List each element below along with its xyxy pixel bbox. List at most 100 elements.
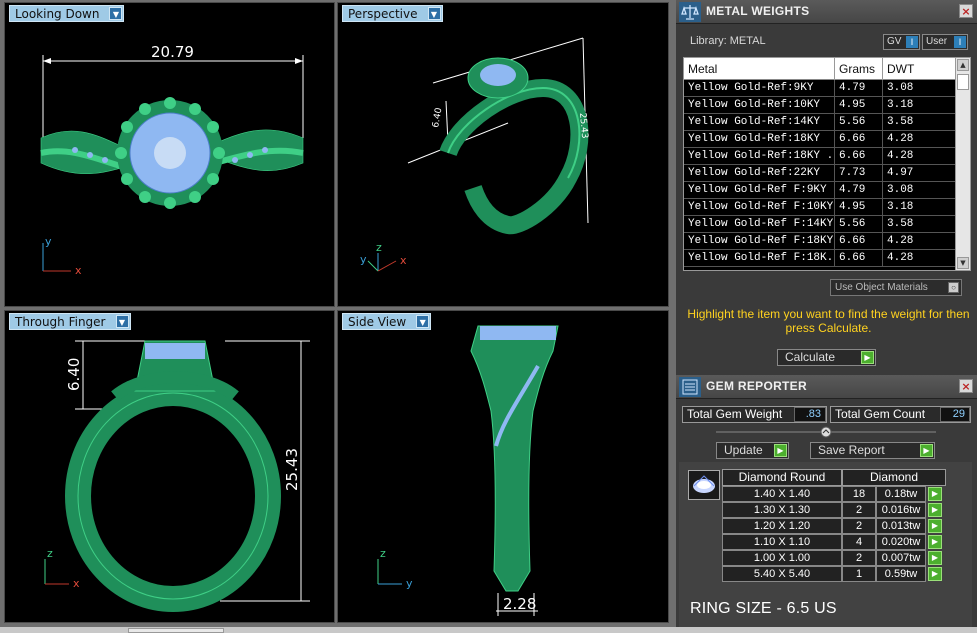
gem-row: 1.30 X 1.30 2 0.016tw ▶ xyxy=(722,502,946,518)
cell-grams: 6.66 xyxy=(835,131,883,148)
diamond-thumbnail-icon[interactable] xyxy=(688,470,720,500)
toggle-icon: I xyxy=(906,36,918,48)
panel-title: GEM REPORTER xyxy=(706,379,807,393)
right-panel: METAL WEIGHTS × Library: METAL GV I User I… xyxy=(676,0,977,633)
go-arrow-icon[interactable]: ▶ xyxy=(928,487,942,501)
viewport-perspective[interactable]: y z x 6.40 25.43 Perspective ▼ xyxy=(337,2,669,307)
dropdown-arrow-icon[interactable]: ▼ xyxy=(109,7,123,20)
cell-metal: Yellow Gold-Ref F:18K... xyxy=(684,250,835,267)
cell-grams: 6.66 xyxy=(835,148,883,165)
cell-grams: 4.79 xyxy=(835,80,883,97)
table-row[interactable]: Yellow Gold-Ref F:9KY 4.79 3.08 xyxy=(684,182,956,199)
table-row[interactable]: Yellow Gold-Ref:9KY 4.79 3.08 xyxy=(684,80,956,97)
go-arrow-icon[interactable]: ▶ xyxy=(928,535,942,549)
use-object-materials-checkbox[interactable]: Use Object Materials ○ xyxy=(830,279,962,296)
table-row[interactable]: Yellow Gold-Ref:10KY 4.95 3.18 xyxy=(684,97,956,114)
gem-report-area: Diamond Round Diamond 1.40 X 1.40 18 0.18t… xyxy=(679,462,972,628)
cell-grams: 4.95 xyxy=(835,199,883,216)
col-dwt[interactable]: DWT xyxy=(883,58,956,80)
close-icon[interactable]: × xyxy=(959,4,973,18)
cell-dwt: 3.58 xyxy=(883,114,956,131)
cell-tw: 0.18tw xyxy=(876,486,926,502)
scrollbar[interactable]: ▲ ▼ xyxy=(955,58,970,270)
dropdown-arrow-icon[interactable]: ▼ xyxy=(416,315,430,328)
go-arrow-icon[interactable]: ▶ xyxy=(928,519,942,533)
hint-text: Highlight the item you want to find the … xyxy=(687,307,970,335)
viewport-looking-down[interactable]: y x 20.79 Looking Down ▼ xyxy=(4,2,335,307)
viewport-side-view[interactable]: z y 2.28 Side View ▼ xyxy=(337,310,669,623)
col-grams[interactable]: Grams xyxy=(835,58,883,80)
cell-metal: Yellow Gold-Ref:9KY xyxy=(684,80,835,97)
cell-metal: Yellow Gold-Ref:18KY xyxy=(684,131,835,148)
table-row[interactable]: Yellow Gold-Ref F:10KY 4.95 3.18 xyxy=(684,199,956,216)
scroll-thumb[interactable] xyxy=(957,74,969,90)
go-arrow-icon: ▶ xyxy=(861,351,874,364)
button-label: Save Report xyxy=(818,443,885,457)
col-diamond-round: Diamond Round xyxy=(722,469,842,486)
close-icon[interactable]: × xyxy=(959,379,973,393)
table-row[interactable]: Yellow Gold-Ref:22KY 7.73 4.97 xyxy=(684,165,956,182)
cell-size: 1.40 X 1.40 xyxy=(722,486,842,502)
cell-metal: Yellow Gold-Ref:22KY xyxy=(684,165,835,182)
calculate-button[interactable]: Calculate ▶ xyxy=(777,349,876,366)
splitter-handle[interactable] xyxy=(716,425,936,439)
cell-metal: Yellow Gold-Ref:18KY ... xyxy=(684,148,835,165)
col-metal[interactable]: Metal xyxy=(684,58,835,80)
metal-table-header: Metal Grams DWT xyxy=(684,58,956,80)
cell-size: 1.00 X 1.00 xyxy=(722,550,842,566)
cell-grams: 5.56 xyxy=(835,216,883,233)
go-arrow-icon: ▶ xyxy=(920,444,933,457)
update-button[interactable]: Update ▶ xyxy=(716,442,789,459)
user-toggle[interactable]: User I xyxy=(922,34,968,50)
gv-toggle[interactable]: GV I xyxy=(883,34,920,50)
axis-label-x: x xyxy=(400,254,407,267)
axis-label-y: y xyxy=(406,577,413,590)
viewport-tab-side-view[interactable]: Side View ▼ xyxy=(342,313,432,330)
dropdown-arrow-icon[interactable]: ▼ xyxy=(115,315,129,328)
cell-dwt: 3.58 xyxy=(883,216,956,233)
save-report-button[interactable]: Save Report ▶ xyxy=(810,442,935,459)
ring-side-view: z y 2.28 xyxy=(377,325,559,616)
col-diamond: Diamond xyxy=(842,469,946,486)
cell-grams: 6.66 xyxy=(835,250,883,267)
go-arrow-icon[interactable]: ▶ xyxy=(928,503,942,517)
cell-count: 18 xyxy=(842,486,876,502)
table-row[interactable]: Yellow Gold-Ref F:14KY 5.56 3.58 xyxy=(684,216,956,233)
viewport-label: Through Finger xyxy=(15,315,106,329)
cell-dwt: 3.08 xyxy=(883,182,956,199)
dimension-width: 20.79 xyxy=(151,43,194,61)
cell-metal: Yellow Gold-Ref F:9KY xyxy=(684,182,835,199)
checkbox-label: Use Object Materials xyxy=(835,282,928,293)
metal-table[interactable]: Metal Grams DWT Yellow Gold-Ref:9KY 4.79 3… xyxy=(683,57,971,271)
table-row[interactable]: Yellow Gold-Ref:14KY 5.56 3.58 xyxy=(684,114,956,131)
cell-dwt: 4.97 xyxy=(883,165,956,182)
axis-label-x: x xyxy=(73,577,80,590)
viewport-label: Side View xyxy=(348,315,407,329)
dimension-height: 25.43 xyxy=(283,448,301,491)
cell-count: 2 xyxy=(842,550,876,566)
table-row[interactable]: Yellow Gold-Ref:18KY 6.66 4.28 xyxy=(684,131,956,148)
gem-row: 1.20 X 1.20 2 0.013tw ▶ xyxy=(722,518,946,534)
viewport-tab-looking-down[interactable]: Looking Down ▼ xyxy=(9,5,125,22)
gem-row: 1.10 X 1.10 4 0.020tw ▶ xyxy=(722,534,946,550)
scroll-up-icon[interactable]: ▲ xyxy=(957,59,969,71)
total-weight-value: .83 xyxy=(794,407,826,422)
table-row[interactable]: Yellow Gold-Ref F:18K... 6.66 4.28 xyxy=(684,250,956,267)
go-arrow-icon[interactable]: ▶ xyxy=(928,551,942,565)
table-row[interactable]: Yellow Gold-Ref:18KY ... 6.66 4.28 xyxy=(684,148,956,165)
cell-grams: 4.95 xyxy=(835,97,883,114)
dropdown-arrow-icon[interactable]: ▼ xyxy=(427,7,441,20)
cell-count: 2 xyxy=(842,518,876,534)
gem-row: 1.00 X 1.00 2 0.007tw ▶ xyxy=(722,550,946,566)
axis-label-z: z xyxy=(47,547,53,560)
go-arrow-icon[interactable]: ▶ xyxy=(928,567,942,581)
scroll-down-icon[interactable]: ▼ xyxy=(957,257,969,269)
cell-metal: Yellow Gold-Ref:10KY xyxy=(684,97,835,114)
table-row[interactable]: Yellow Gold-Ref F:18KY 6.66 4.28 xyxy=(684,233,956,250)
dimension-top: 6.40 xyxy=(431,107,444,129)
go-arrow-icon: ▶ xyxy=(774,444,787,457)
viewport-through-finger[interactable]: z x 6.40 25.43 Through Finger ▼ xyxy=(4,310,335,623)
viewport-tab-perspective[interactable]: Perspective ▼ xyxy=(342,5,443,22)
cell-count: 2 xyxy=(842,502,876,518)
viewport-tab-through-finger[interactable]: Through Finger ▼ xyxy=(9,313,131,330)
